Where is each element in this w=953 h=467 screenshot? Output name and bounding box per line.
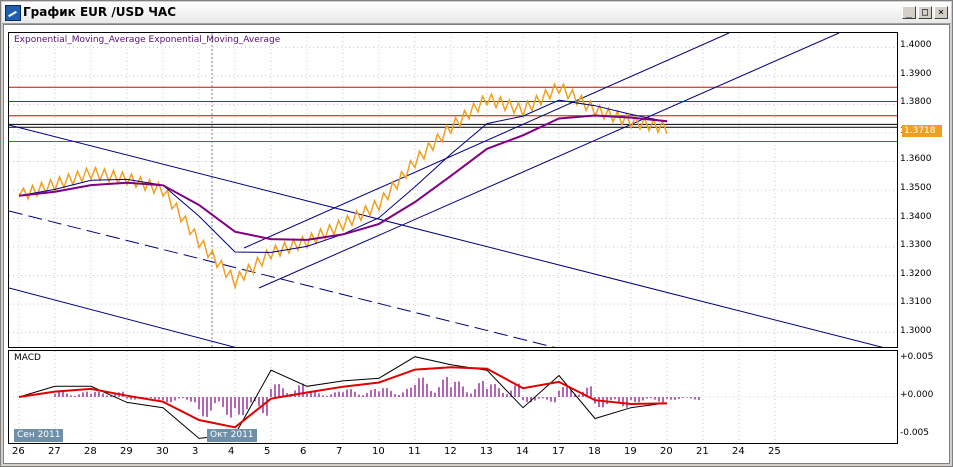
time-tick-label: 29 (120, 446, 133, 457)
price-tick-label: 1.3900 (900, 68, 932, 79)
price-tick-label: 1.3500 (900, 183, 932, 193)
channel-lower (258, 33, 840, 289)
macd-panel[interactable] (8, 350, 898, 444)
chart-icon (5, 5, 21, 21)
price-chart-svg[interactable] (9, 33, 897, 347)
macd-tick-label: -0.005 (900, 428, 930, 439)
price-tick-label: 1.4000 (900, 40, 932, 51)
macd-chart-svg[interactable] (9, 351, 897, 443)
trend-line-dashed (9, 210, 556, 347)
minimize-button[interactable]: _ (902, 6, 916, 19)
macd-tick-label: +0.000 (900, 390, 934, 400)
time-tick-label: 24 (732, 446, 745, 457)
price-tick-label: 1.3000 (900, 325, 932, 336)
window-title: График EUR /USD ЧАС (23, 5, 177, 19)
maximize-button[interactable]: □ (918, 6, 932, 19)
time-tick-label: 28 (84, 446, 97, 457)
time-tick-label: 7 (336, 446, 343, 457)
time-tick-label: 4 (228, 446, 235, 457)
time-tick-label: 12 (444, 446, 457, 457)
month-marker: Окт 2011 (207, 429, 257, 442)
time-tick-label: 20 (660, 446, 673, 457)
price-tick-label: 1.3600 (900, 154, 932, 165)
price-tick-label: 1.3100 (900, 297, 932, 308)
price-tick-label: 1.3400 (900, 211, 932, 222)
macd-tick-label: +0.005 (900, 351, 934, 362)
price-tick-label: 1.3300 (900, 240, 932, 251)
current-price-tag: 1.3718 (902, 125, 942, 137)
time-tick-label: 14 (516, 446, 529, 457)
time-tick-label: 18 (588, 446, 601, 457)
month-marker: Сен 2011 (14, 429, 64, 442)
time-tick-label: 30 (156, 446, 169, 457)
time-tick-label: 17 (552, 446, 565, 457)
time-tick-label: 27 (48, 446, 61, 457)
price-tick-label: 1.3800 (900, 97, 932, 108)
title-bar[interactable]: График EUR /USD ЧАС _ □ × (2, 2, 951, 24)
close-button[interactable]: × (934, 6, 948, 19)
indicator-label: Exponential_Moving_Average Exponential_M… (14, 35, 281, 45)
time-tick-label: 13 (480, 446, 493, 457)
time-tick-label: 11 (408, 446, 421, 457)
time-tick-label: 19 (624, 446, 637, 457)
trend-line-upper (9, 124, 884, 347)
time-tick-label: 21 (696, 446, 709, 457)
time-tick-label: 5 (264, 446, 271, 457)
time-tick-label: 3 (192, 446, 199, 457)
time-tick-label: 6 (300, 446, 307, 457)
price-tick-label: 1.3200 (900, 268, 932, 279)
time-tick-label: 26 (12, 446, 25, 457)
price-panel[interactable] (8, 32, 898, 348)
trend-line-lower (9, 287, 236, 347)
macd-line (18, 356, 668, 439)
time-tick-label: 10 (372, 446, 385, 457)
macd-label: MACD (14, 353, 41, 363)
time-tick-label: 25 (768, 446, 781, 457)
